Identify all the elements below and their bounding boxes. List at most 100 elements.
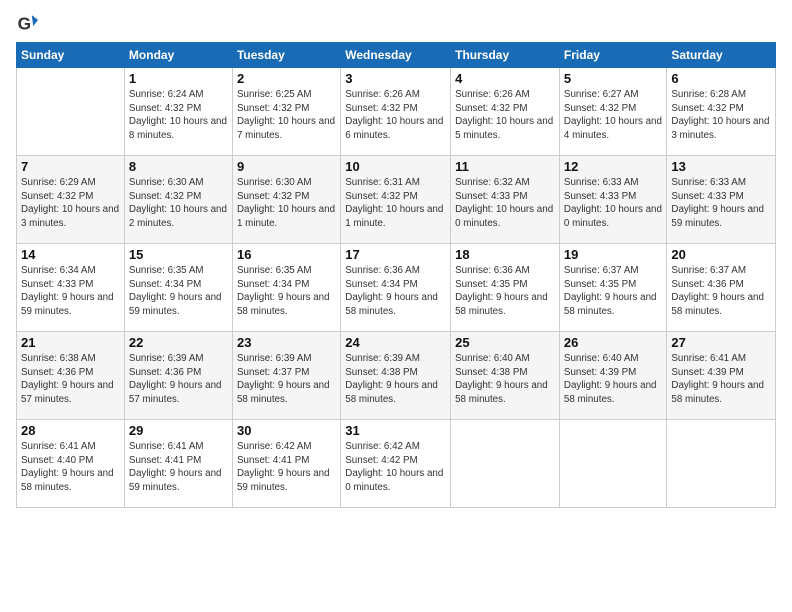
day-detail: Sunrise: 6:38 AMSunset: 4:36 PMDaylight:…	[21, 353, 114, 405]
calendar-cell: 14 Sunrise: 6:34 AMSunset: 4:33 PMDaylig…	[17, 244, 125, 332]
day-detail: Sunrise: 6:36 AMSunset: 4:35 PMDaylight:…	[455, 265, 548, 317]
calendar-cell: 26 Sunrise: 6:40 AMSunset: 4:39 PMDaylig…	[559, 332, 666, 420]
day-detail: Sunrise: 6:30 AMSunset: 4:32 PMDaylight:…	[129, 177, 227, 229]
day-detail: Sunrise: 6:40 AMSunset: 4:38 PMDaylight:…	[455, 353, 548, 405]
day-detail: Sunrise: 6:37 AMSunset: 4:35 PMDaylight:…	[564, 265, 657, 317]
calendar-cell: 28 Sunrise: 6:41 AMSunset: 4:40 PMDaylig…	[17, 420, 125, 508]
day-number: 21	[21, 335, 120, 350]
day-number: 3	[345, 71, 446, 86]
calendar-cell: 17 Sunrise: 6:36 AMSunset: 4:34 PMDaylig…	[341, 244, 451, 332]
day-detail: Sunrise: 6:25 AMSunset: 4:32 PMDaylight:…	[237, 89, 335, 141]
calendar-week-row: 7 Sunrise: 6:29 AMSunset: 4:32 PMDayligh…	[17, 156, 776, 244]
day-number: 29	[129, 423, 228, 438]
day-detail: Sunrise: 6:26 AMSunset: 4:32 PMDaylight:…	[455, 89, 553, 141]
day-detail: Sunrise: 6:34 AMSunset: 4:33 PMDaylight:…	[21, 265, 114, 317]
day-detail: Sunrise: 6:41 AMSunset: 4:41 PMDaylight:…	[129, 441, 222, 493]
calendar-cell: 2 Sunrise: 6:25 AMSunset: 4:32 PMDayligh…	[232, 68, 340, 156]
day-detail: Sunrise: 6:42 AMSunset: 4:41 PMDaylight:…	[237, 441, 330, 493]
day-detail: Sunrise: 6:37 AMSunset: 4:36 PMDaylight:…	[671, 265, 764, 317]
day-detail: Sunrise: 6:29 AMSunset: 4:32 PMDaylight:…	[21, 177, 119, 229]
day-number: 17	[345, 247, 446, 262]
calendar-cell	[559, 420, 666, 508]
calendar-cell: 15 Sunrise: 6:35 AMSunset: 4:34 PMDaylig…	[124, 244, 232, 332]
calendar-cell: 5 Sunrise: 6:27 AMSunset: 4:32 PMDayligh…	[559, 68, 666, 156]
day-number: 4	[455, 71, 555, 86]
svg-text:G: G	[18, 13, 31, 33]
day-detail: Sunrise: 6:41 AMSunset: 4:40 PMDaylight:…	[21, 441, 114, 493]
calendar-table: SundayMondayTuesdayWednesdayThursdayFrid…	[16, 42, 776, 508]
weekday-header: Sunday	[17, 43, 125, 68]
calendar-cell: 13 Sunrise: 6:33 AMSunset: 4:33 PMDaylig…	[667, 156, 776, 244]
calendar-cell: 20 Sunrise: 6:37 AMSunset: 4:36 PMDaylig…	[667, 244, 776, 332]
calendar-cell: 16 Sunrise: 6:35 AMSunset: 4:34 PMDaylig…	[232, 244, 340, 332]
day-detail: Sunrise: 6:24 AMSunset: 4:32 PMDaylight:…	[129, 89, 227, 141]
day-detail: Sunrise: 6:40 AMSunset: 4:39 PMDaylight:…	[564, 353, 657, 405]
day-number: 20	[671, 247, 771, 262]
day-detail: Sunrise: 6:33 AMSunset: 4:33 PMDaylight:…	[671, 177, 764, 229]
logo-icon: G	[16, 12, 38, 34]
day-number: 19	[564, 247, 662, 262]
calendar-cell: 21 Sunrise: 6:38 AMSunset: 4:36 PMDaylig…	[17, 332, 125, 420]
calendar-cell	[17, 68, 125, 156]
day-detail: Sunrise: 6:39 AMSunset: 4:38 PMDaylight:…	[345, 353, 438, 405]
weekday-header: Thursday	[451, 43, 560, 68]
day-number: 10	[345, 159, 446, 174]
calendar-week-row: 1 Sunrise: 6:24 AMSunset: 4:32 PMDayligh…	[17, 68, 776, 156]
day-detail: Sunrise: 6:30 AMSunset: 4:32 PMDaylight:…	[237, 177, 335, 229]
day-number: 7	[21, 159, 120, 174]
calendar-cell: 12 Sunrise: 6:33 AMSunset: 4:33 PMDaylig…	[559, 156, 666, 244]
day-detail: Sunrise: 6:32 AMSunset: 4:33 PMDaylight:…	[455, 177, 553, 229]
calendar-cell	[667, 420, 776, 508]
calendar-cell: 8 Sunrise: 6:30 AMSunset: 4:32 PMDayligh…	[124, 156, 232, 244]
calendar-cell: 31 Sunrise: 6:42 AMSunset: 4:42 PMDaylig…	[341, 420, 451, 508]
logo: G	[16, 12, 42, 34]
day-number: 14	[21, 247, 120, 262]
day-number: 22	[129, 335, 228, 350]
weekday-header: Wednesday	[341, 43, 451, 68]
day-number: 24	[345, 335, 446, 350]
calendar-cell: 6 Sunrise: 6:28 AMSunset: 4:32 PMDayligh…	[667, 68, 776, 156]
calendar-cell: 27 Sunrise: 6:41 AMSunset: 4:39 PMDaylig…	[667, 332, 776, 420]
day-number: 26	[564, 335, 662, 350]
header: G	[16, 12, 776, 34]
day-number: 11	[455, 159, 555, 174]
day-number: 16	[237, 247, 336, 262]
day-number: 12	[564, 159, 662, 174]
calendar-week-row: 14 Sunrise: 6:34 AMSunset: 4:33 PMDaylig…	[17, 244, 776, 332]
day-detail: Sunrise: 6:31 AMSunset: 4:32 PMDaylight:…	[345, 177, 443, 229]
calendar-cell: 3 Sunrise: 6:26 AMSunset: 4:32 PMDayligh…	[341, 68, 451, 156]
calendar-cell: 24 Sunrise: 6:39 AMSunset: 4:38 PMDaylig…	[341, 332, 451, 420]
day-detail: Sunrise: 6:28 AMSunset: 4:32 PMDaylight:…	[671, 89, 769, 141]
day-number: 15	[129, 247, 228, 262]
weekday-header: Tuesday	[232, 43, 340, 68]
day-number: 18	[455, 247, 555, 262]
calendar-cell: 11 Sunrise: 6:32 AMSunset: 4:33 PMDaylig…	[451, 156, 560, 244]
calendar-cell: 4 Sunrise: 6:26 AMSunset: 4:32 PMDayligh…	[451, 68, 560, 156]
day-number: 30	[237, 423, 336, 438]
calendar-cell: 19 Sunrise: 6:37 AMSunset: 4:35 PMDaylig…	[559, 244, 666, 332]
day-detail: Sunrise: 6:35 AMSunset: 4:34 PMDaylight:…	[129, 265, 222, 317]
day-detail: Sunrise: 6:39 AMSunset: 4:37 PMDaylight:…	[237, 353, 330, 405]
calendar-week-row: 28 Sunrise: 6:41 AMSunset: 4:40 PMDaylig…	[17, 420, 776, 508]
weekday-header: Friday	[559, 43, 666, 68]
day-detail: Sunrise: 6:33 AMSunset: 4:33 PMDaylight:…	[564, 177, 662, 229]
day-number: 2	[237, 71, 336, 86]
day-number: 31	[345, 423, 446, 438]
day-detail: Sunrise: 6:26 AMSunset: 4:32 PMDaylight:…	[345, 89, 443, 141]
day-number: 23	[237, 335, 336, 350]
day-number: 8	[129, 159, 228, 174]
day-detail: Sunrise: 6:35 AMSunset: 4:34 PMDaylight:…	[237, 265, 330, 317]
day-number: 6	[671, 71, 771, 86]
weekday-header: Monday	[124, 43, 232, 68]
calendar-cell: 10 Sunrise: 6:31 AMSunset: 4:32 PMDaylig…	[341, 156, 451, 244]
day-number: 25	[455, 335, 555, 350]
page: G SundayMondayTuesdayWednesdayThursdayFr…	[0, 0, 792, 612]
calendar-week-row: 21 Sunrise: 6:38 AMSunset: 4:36 PMDaylig…	[17, 332, 776, 420]
day-number: 28	[21, 423, 120, 438]
calendar-cell	[451, 420, 560, 508]
calendar-cell: 23 Sunrise: 6:39 AMSunset: 4:37 PMDaylig…	[232, 332, 340, 420]
day-detail: Sunrise: 6:27 AMSunset: 4:32 PMDaylight:…	[564, 89, 662, 141]
calendar-cell: 22 Sunrise: 6:39 AMSunset: 4:36 PMDaylig…	[124, 332, 232, 420]
calendar-cell: 7 Sunrise: 6:29 AMSunset: 4:32 PMDayligh…	[17, 156, 125, 244]
day-detail: Sunrise: 6:42 AMSunset: 4:42 PMDaylight:…	[345, 441, 443, 493]
